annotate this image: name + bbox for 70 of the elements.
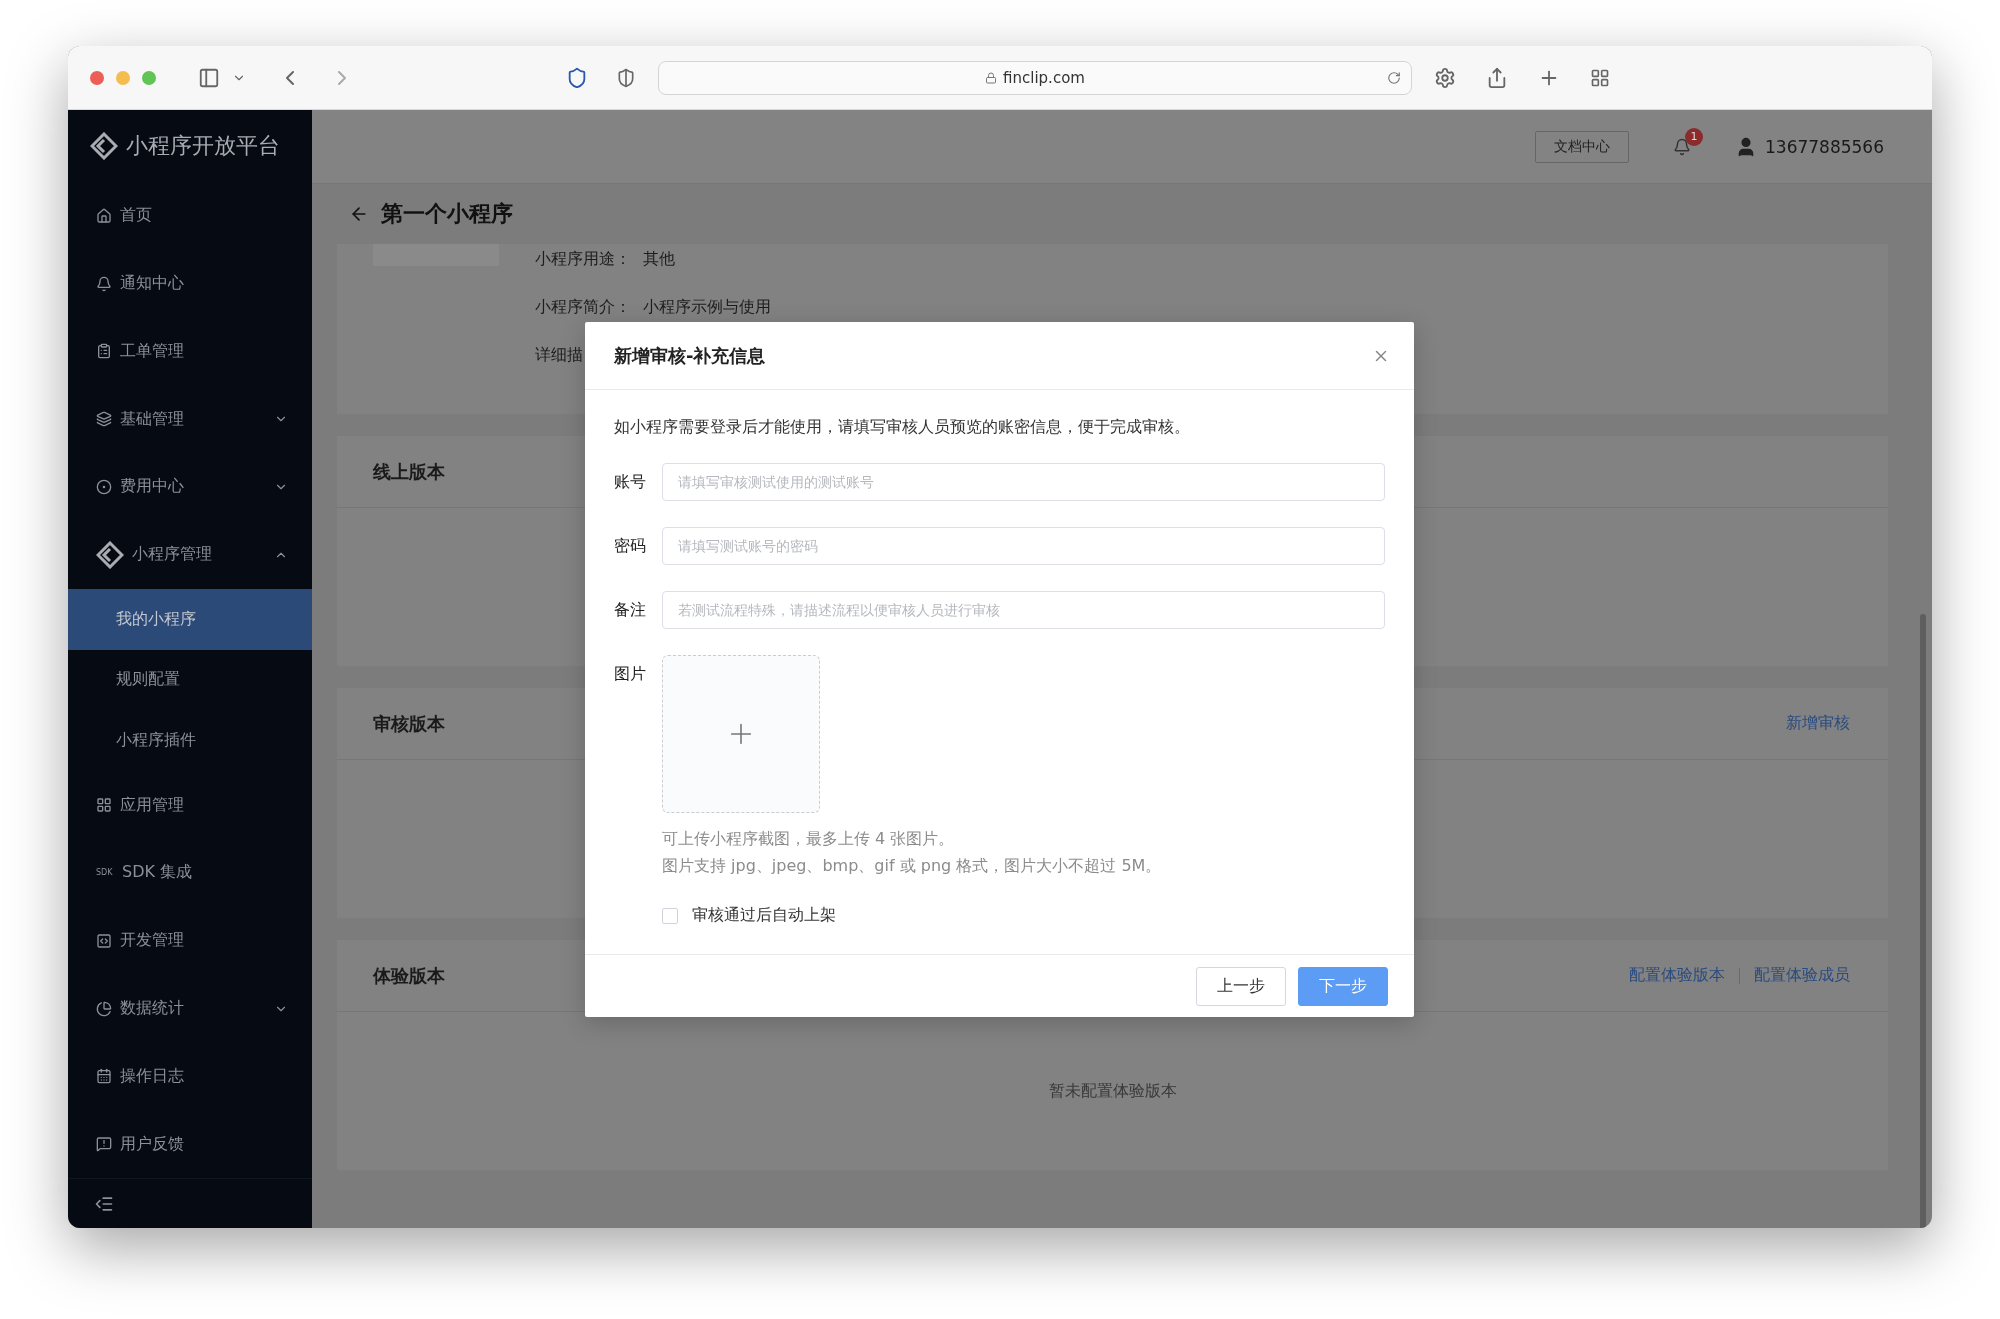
menu-icon <box>96 275 112 292</box>
empty-text: 暂未配置体验版本 <box>1048 1080 1177 1102</box>
info-label: 详细描 <box>535 346 583 364</box>
menu-icon <box>96 478 112 495</box>
card-title: 审核版本 <box>373 711 445 736</box>
shield-icon[interactable] <box>566 66 588 89</box>
card-title: 线上版本 <box>373 459 445 484</box>
sidebar-item[interactable]: 费用中心 <box>68 453 312 521</box>
checkbox[interactable] <box>662 907 678 924</box>
upload-hint: 图片支持 jpg、jpeg、bmp、gif 或 png 格式，图片大小不超过 5M。 <box>662 855 1162 877</box>
sidebar-item[interactable]: 数据统计 <box>68 974 312 1043</box>
settings-icon[interactable] <box>1434 66 1456 89</box>
previous-button[interactable]: 上一步 <box>1196 966 1286 1006</box>
address-bar[interactable]: finclip.com <box>658 60 1412 95</box>
input-field[interactable]: 请填写测试账号的密码 <box>662 527 1385 565</box>
sidebar-item[interactable]: SDK SDK 集成 <box>68 839 312 907</box>
sidebar-item[interactable]: 应用管理 <box>68 771 312 840</box>
sidebar-item[interactable]: 开发管理 <box>68 906 312 975</box>
sidebar-item[interactable]: 通知中心 <box>68 249 312 318</box>
notification-badge: 1 <box>1685 127 1703 146</box>
sidebar-item[interactable]: 工单管理 <box>68 317 312 386</box>
sidebar-icon[interactable] <box>198 66 220 89</box>
sidebar-item[interactable]: 操作日志 <box>68 1042 312 1111</box>
input-field[interactable]: 若测试流程特殊，请描述流程以便审核人员进行审核 <box>662 591 1385 629</box>
field-label: 密码 <box>614 535 647 557</box>
field-label: 图片 <box>614 663 647 685</box>
dialog-title: 新增审核-补充信息 <box>614 343 767 368</box>
dialog-intro: 如小程序需要登录后才能使用，请填写审核人员预览的账密信息，便于完成审核。 <box>614 416 1191 438</box>
url-text: finclip.com <box>1003 68 1085 87</box>
docs-button[interactable]: 文档中心 <box>1535 130 1629 163</box>
field-label: 账号 <box>614 471 647 493</box>
sidebar-subitem[interactable]: 规则配置 <box>68 649 312 711</box>
user-phone[interactable]: 13677885566 <box>1765 136 1884 157</box>
card-title: 体验版本 <box>373 963 445 988</box>
sidebar-item[interactable]: 用户反馈 <box>68 1110 312 1179</box>
info-value: 其他 <box>643 250 675 268</box>
menu-icon <box>96 1068 112 1085</box>
sidebar-item[interactable]: 基础管理 <box>68 385 312 454</box>
upload-hint: 可上传小程序截图，最多上传 4 张图片。 <box>662 828 956 850</box>
half-shield-icon[interactable] <box>616 67 636 88</box>
info-value: 小程序示例与使用 <box>643 298 771 316</box>
zoom-window-icon[interactable] <box>142 70 156 85</box>
menu-icon <box>96 343 112 360</box>
menu-icon <box>96 932 112 949</box>
close-window-icon[interactable] <box>90 70 104 85</box>
menu-icon <box>96 1136 112 1153</box>
lock-icon <box>985 71 998 84</box>
menu-icon <box>96 207 112 224</box>
diamond-icon <box>96 540 124 569</box>
logo-icon <box>90 131 118 160</box>
page-title: 第一个小程序 <box>381 200 513 228</box>
sidebar-subitem[interactable]: 我的小程序 <box>68 588 312 650</box>
bell-icon[interactable] <box>1673 137 1691 156</box>
sidebar-subitem[interactable]: 小程序插件 <box>68 710 312 772</box>
checkbox-label: 审核通过后自动上架 <box>692 905 836 926</box>
input-field[interactable]: 请填写审核测试使用的测试账号 <box>662 463 1385 501</box>
menu-icon <box>96 411 112 428</box>
scrollbar[interactable] <box>1920 614 1926 1228</box>
reload-icon[interactable] <box>1387 70 1401 85</box>
sidebar-item[interactable]: 小程序管理 <box>68 520 312 589</box>
sdk-icon-text: SDK <box>96 868 114 878</box>
logo-text: 小程序开放平台 <box>126 131 280 160</box>
menu-icon <box>96 1000 112 1017</box>
info-label: 小程序用途： <box>535 250 631 268</box>
menu-icon <box>96 797 112 814</box>
tabs-icon[interactable] <box>1590 67 1610 88</box>
share-icon[interactable] <box>1486 66 1508 89</box>
info-label: 小程序简介： <box>535 298 631 316</box>
sidebar-item[interactable]: 首页 <box>68 181 312 250</box>
field-label: 备注 <box>614 599 647 621</box>
